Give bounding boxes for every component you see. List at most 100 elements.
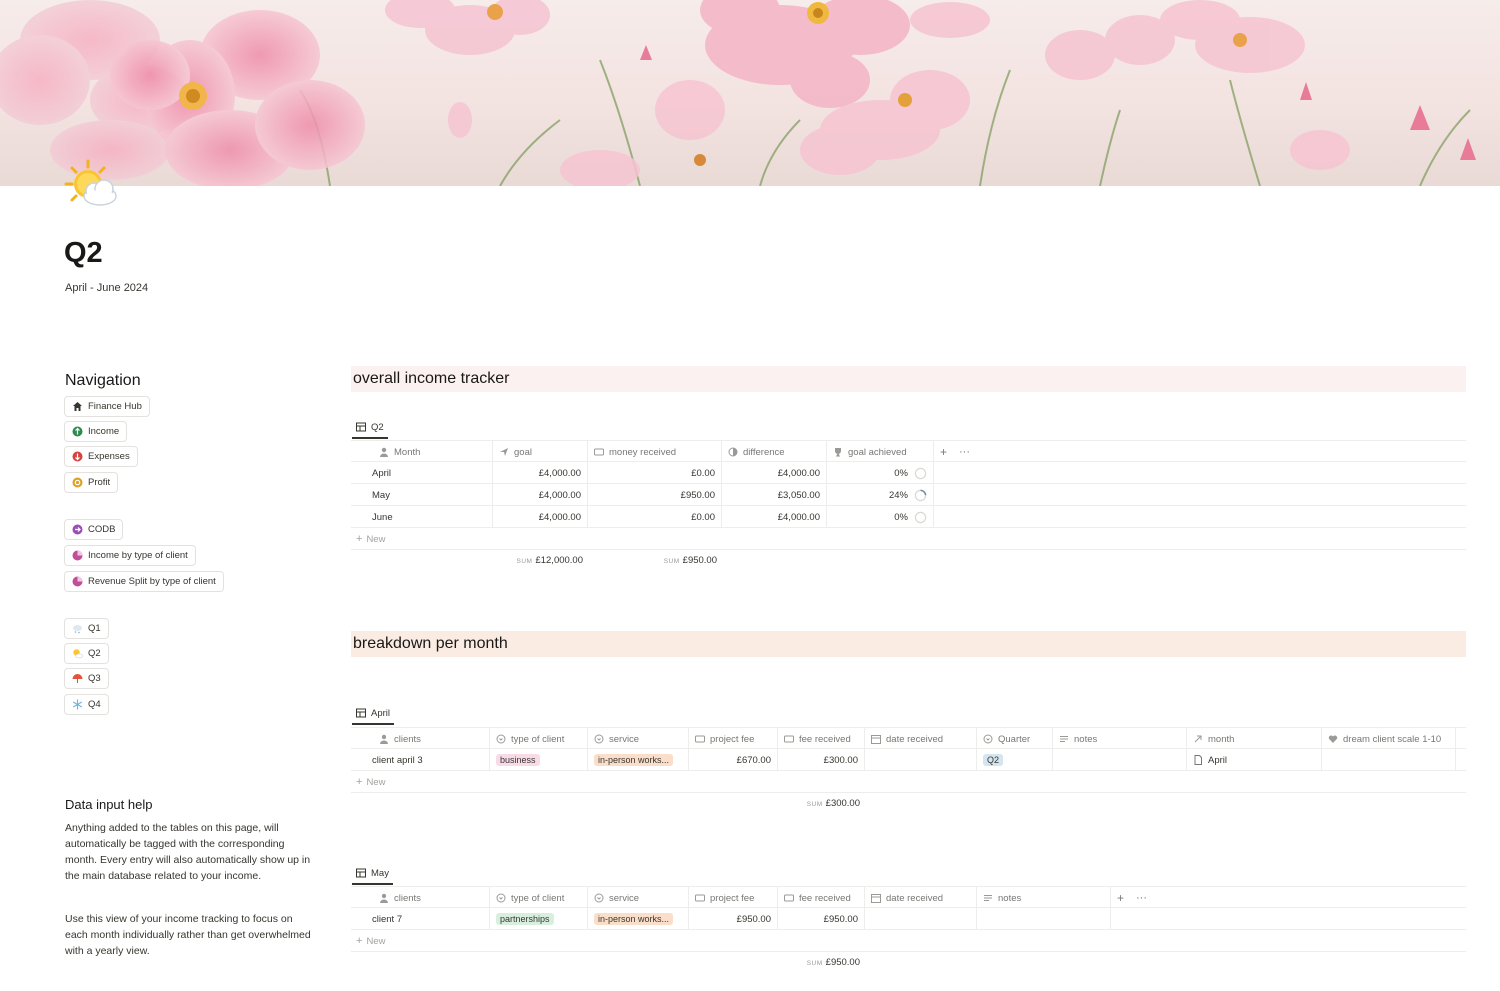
cell-money-received[interactable]: £0.00 <box>588 506 722 528</box>
cell-month[interactable]: April <box>351 462 493 484</box>
column-header-date-received[interactable]: date received <box>865 728 977 750</box>
cell-client[interactable]: client april 3 <box>351 749 490 771</box>
column-header-month[interactable]: Month <box>351 441 493 463</box>
nav-button-expenses[interactable]: Expenses <box>64 446 138 467</box>
column-header-dream-client-scale[interactable]: dream client scale 1-10 <box>1322 728 1456 750</box>
table-icon <box>356 422 366 432</box>
nav-button-q3[interactable]: Q3 <box>64 668 109 689</box>
table-icon <box>356 868 366 878</box>
cell-month[interactable]: May <box>351 484 493 506</box>
more-options-icon[interactable]: ··· <box>959 446 970 458</box>
more-options-icon[interactable]: ··· <box>1136 892 1147 904</box>
column-header-quarter[interactable]: Quarter <box>977 728 1053 750</box>
column-header-notes[interactable]: notes <box>1053 728 1187 750</box>
cell-money-received[interactable]: £950.00 <box>588 484 722 506</box>
nav-label: Q3 <box>88 673 101 684</box>
cell-goal-achieved[interactable]: 0% <box>827 462 934 484</box>
cell-money-received[interactable]: £0.00 <box>588 462 722 484</box>
column-header-fee-received[interactable]: fee received <box>778 887 865 909</box>
nav-label: Income by type of client <box>88 550 188 561</box>
sun-cloud-icon <box>72 648 83 659</box>
pie-icon <box>72 576 83 587</box>
number-icon <box>695 734 705 744</box>
cell-type-of-client[interactable]: business <box>490 749 588 771</box>
view-tab-may[interactable]: May <box>352 863 393 885</box>
cell-month[interactable]: June <box>351 506 493 528</box>
table-row[interactable]: client april 3 business in-person works.… <box>351 749 1466 771</box>
table-row[interactable]: client 7 partnerships in-person works...… <box>351 908 1466 930</box>
nav-button-q4[interactable]: Q4 <box>64 694 109 715</box>
table-row[interactable]: June £4,000.00 £0.00 £4,000.00 0% <box>351 506 1466 528</box>
column-header-type-of-client[interactable]: type of client <box>490 887 588 909</box>
nav-button-q1[interactable]: Q1 <box>64 618 109 639</box>
cell-project-fee[interactable]: £670.00 <box>689 749 778 771</box>
new-row-button[interactable]: + New <box>356 533 385 545</box>
cell-goal-achieved[interactable]: 0% <box>827 506 934 528</box>
cell-goal-achieved[interactable]: 24% <box>827 484 934 506</box>
cell-quarter[interactable]: Q2 <box>977 749 1053 771</box>
column-header-fee-received[interactable]: fee received <box>778 728 865 750</box>
column-header-goal-achieved[interactable]: goal achieved <box>827 441 934 463</box>
sun-behind-cloud-icon[interactable] <box>64 158 120 214</box>
cell-difference[interactable]: £4,000.00 <box>722 506 827 528</box>
cell-service[interactable]: in-person works... <box>588 749 689 771</box>
column-header-notes[interactable]: notes <box>977 887 1111 909</box>
column-header-goal[interactable]: goal <box>493 441 588 463</box>
cell-goal[interactable]: £4,000.00 <box>493 506 588 528</box>
cell-difference[interactable]: £4,000.00 <box>722 462 827 484</box>
nav-button-codb[interactable]: CODB <box>64 519 124 540</box>
select-icon <box>496 734 506 744</box>
column-header-type-of-client[interactable]: type of client <box>490 728 588 750</box>
cell-notes[interactable] <box>1053 749 1187 771</box>
progress-ring-track <box>914 467 927 479</box>
table-row[interactable]: April £4,000.00 £0.00 £4,000.00 0% <box>351 462 1466 484</box>
table-row[interactable]: May £4,000.00 £950.00 £3,050.00 24% <box>351 484 1466 506</box>
nav-button-q2[interactable]: Q2 <box>64 643 109 664</box>
cell-goal[interactable]: £4,000.00 <box>493 462 588 484</box>
column-header-project-fee[interactable]: project fee <box>689 728 778 750</box>
table-header-row: clients type of client service project f… <box>351 886 1466 909</box>
tag-type-of-client: business <box>496 754 540 766</box>
page-icon <box>1193 755 1203 765</box>
view-tab-april[interactable]: April <box>352 703 395 725</box>
nav-button-income[interactable]: Income <box>64 421 128 442</box>
new-row-button[interactable]: + New <box>356 776 385 788</box>
text-lines-icon <box>983 893 993 903</box>
sum-fee-received: SUM £300.00 <box>806 798 860 809</box>
cell-fee-received[interactable]: £950.00 <box>778 908 865 930</box>
cell-date-received[interactable] <box>865 908 977 930</box>
nav-label: Finance Hub <box>88 401 142 412</box>
column-header-service[interactable]: service <box>588 728 689 750</box>
progress-ring-track <box>914 511 927 523</box>
nav-button-revenue-split[interactable]: Revenue Split by type of client <box>64 571 224 592</box>
cell-notes[interactable] <box>977 908 1111 930</box>
column-header-project-fee[interactable]: project fee <box>689 887 778 909</box>
nav-button-finance-hub[interactable]: Finance Hub <box>64 396 150 417</box>
cell-client[interactable]: client 7 <box>351 908 490 930</box>
add-column-icon[interactable]: + <box>940 445 947 459</box>
nav-button-profit[interactable]: Profit <box>64 472 119 493</box>
column-header-clients[interactable]: clients <box>351 728 490 750</box>
column-header-money-received[interactable]: money received <box>588 441 722 463</box>
cell-difference[interactable]: £3,050.00 <box>722 484 827 506</box>
cell-project-fee[interactable]: £950.00 <box>689 908 778 930</box>
cell-month-relation[interactable]: April <box>1187 749 1322 771</box>
new-row-button[interactable]: + New <box>356 935 385 947</box>
nav-label: Expenses <box>88 451 130 462</box>
nav-button-income-by-type[interactable]: Income by type of client <box>64 545 196 566</box>
cell-service[interactable]: in-person works... <box>588 908 689 930</box>
view-tab-q2[interactable]: Q2 <box>352 417 388 439</box>
person-icon <box>379 893 389 903</box>
cell-goal[interactable]: £4,000.00 <box>493 484 588 506</box>
column-header-clients[interactable]: clients <box>351 887 490 909</box>
cell-fee-received[interactable]: £300.00 <box>778 749 865 771</box>
column-header-month[interactable]: month <box>1187 728 1322 750</box>
cell-type-of-client[interactable]: partnerships <box>490 908 588 930</box>
cell-date-received[interactable] <box>865 749 977 771</box>
column-header-service[interactable]: service <box>588 887 689 909</box>
cover-image[interactable] <box>0 0 1500 186</box>
column-header-date-received[interactable]: date received <box>865 887 977 909</box>
column-header-difference[interactable]: difference <box>722 441 827 463</box>
cell-dream-client-scale[interactable] <box>1322 749 1456 771</box>
add-column-icon[interactable]: + <box>1117 891 1124 905</box>
